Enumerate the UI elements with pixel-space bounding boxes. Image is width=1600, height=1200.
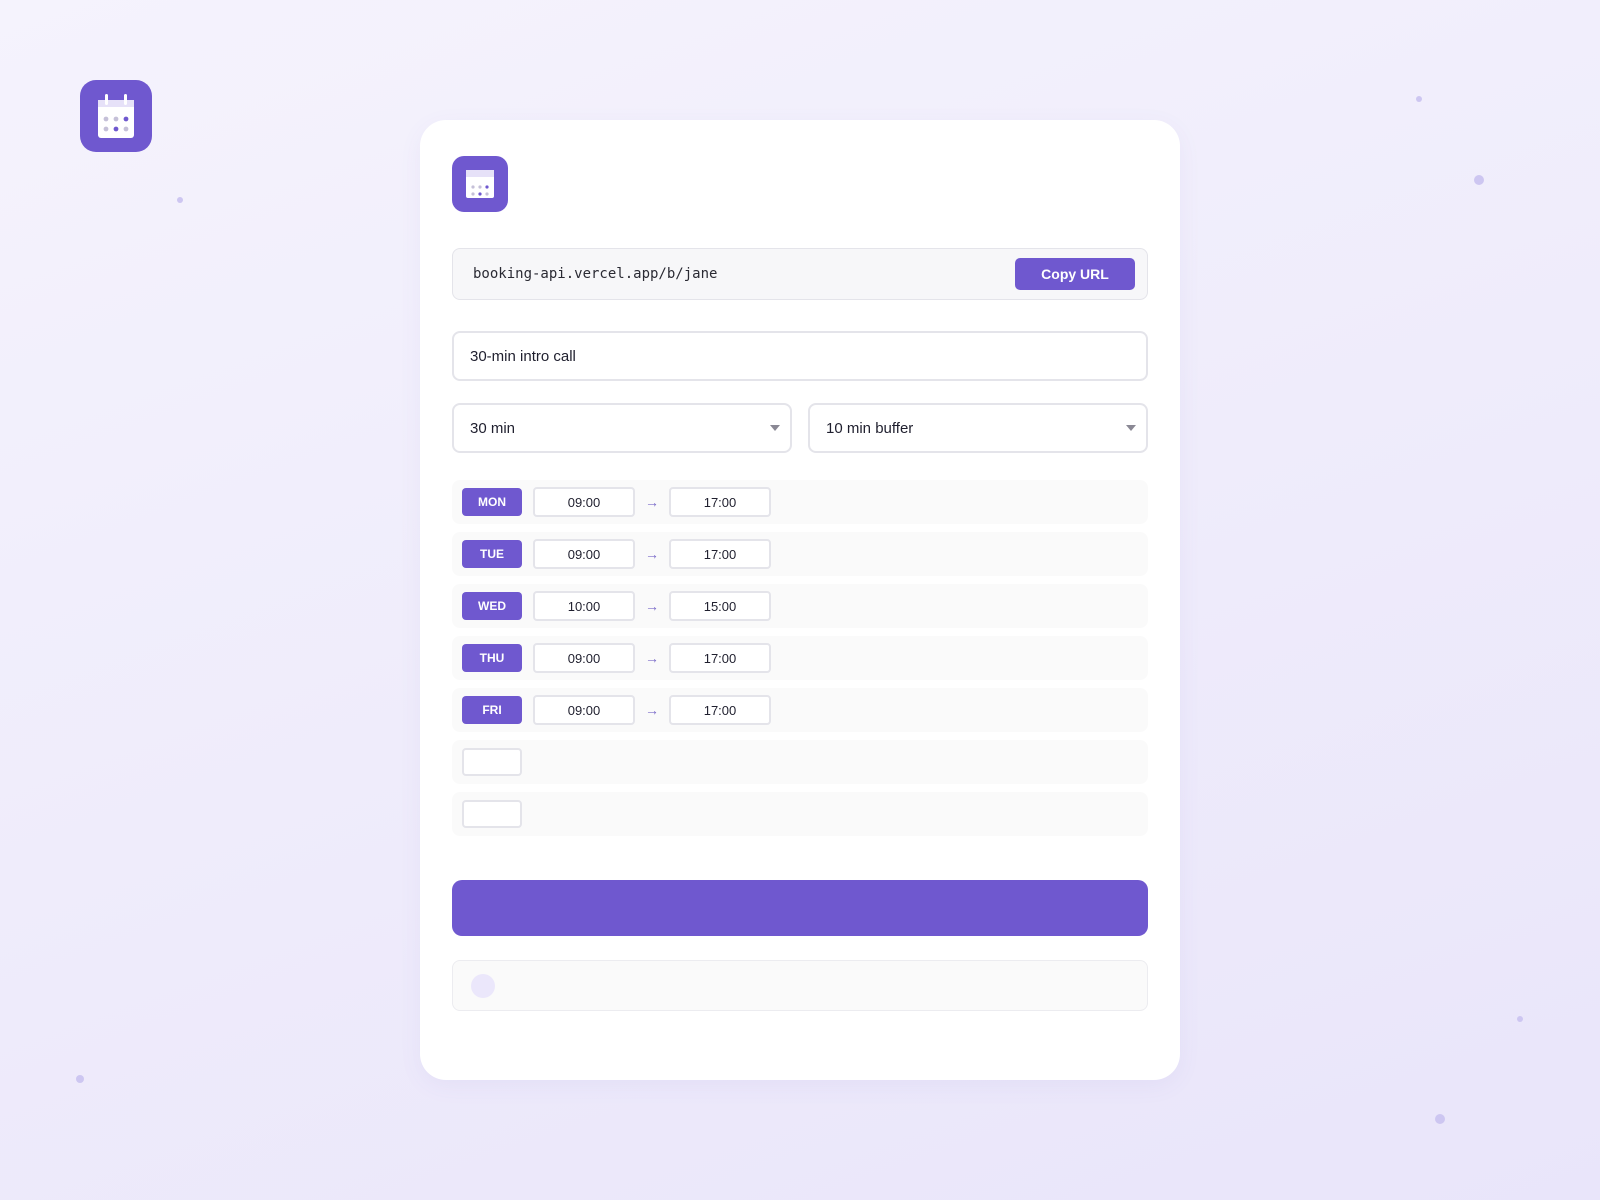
end-time-input[interactable]: 17:00 — [669, 695, 771, 725]
schedule-row-fri: FRI 09:00 → 17:00 — [452, 688, 1148, 732]
background-dot — [1474, 175, 1484, 185]
background-dot — [1435, 1114, 1445, 1124]
status-bar — [452, 960, 1148, 1011]
schedule-row-mon: MON 09:00 → 17:00 — [452, 480, 1148, 524]
calendar-icon — [466, 170, 494, 198]
day-toggle-thu[interactable]: THU — [462, 644, 522, 672]
day-toggle-empty[interactable] — [462, 748, 522, 776]
end-time-input[interactable]: 17:00 — [669, 487, 771, 517]
duration-select-value: 30 min — [470, 419, 516, 437]
save-button[interactable] — [452, 880, 1148, 936]
chevron-down-icon — [770, 425, 780, 431]
copy-url-button[interactable]: Copy URL — [1015, 258, 1135, 290]
start-time-input[interactable]: 09:00 — [533, 695, 635, 725]
start-time-input[interactable]: 09:00 — [533, 487, 635, 517]
event-title-input[interactable]: 30-min intro call — [452, 331, 1148, 381]
arrow-right-icon: → — [645, 494, 659, 510]
day-toggle-mon[interactable]: MON — [462, 488, 522, 516]
background-dot — [76, 1075, 84, 1083]
booking-url[interactable]: booking-api.vercel.app/b/jane — [473, 266, 717, 282]
arrow-right-icon: → — [645, 650, 659, 666]
end-time-input[interactable]: 17:00 — [669, 539, 771, 569]
schedule-row-thu: THU 09:00 → 17:00 — [452, 636, 1148, 680]
app-logo — [80, 80, 152, 152]
booking-settings-card: booking-api.vercel.app/b/jane Copy URL 3… — [420, 120, 1180, 1080]
status-indicator — [471, 974, 495, 998]
end-time-input[interactable]: 15:00 — [669, 591, 771, 621]
weekly-schedule: MON 09:00 → 17:00 TUE 09:00 → 17:00 WED … — [452, 480, 1148, 844]
day-toggle-fri[interactable]: FRI — [462, 696, 522, 724]
start-time-input[interactable]: 09:00 — [533, 643, 635, 673]
end-time-input[interactable]: 17:00 — [669, 643, 771, 673]
schedule-row-empty — [452, 792, 1148, 836]
day-toggle-tue[interactable]: TUE — [462, 540, 522, 568]
schedule-row-wed: WED 10:00 → 15:00 — [452, 584, 1148, 628]
booking-url-bar: booking-api.vercel.app/b/jane Copy URL — [452, 248, 1148, 300]
duration-select[interactable]: 30 min — [452, 403, 792, 453]
arrow-right-icon: → — [645, 702, 659, 718]
background-dot — [177, 197, 183, 203]
day-toggle-wed[interactable]: WED — [462, 592, 522, 620]
start-time-input[interactable]: 09:00 — [533, 539, 635, 569]
chevron-down-icon — [1126, 425, 1136, 431]
start-time-input[interactable]: 10:00 — [533, 591, 635, 621]
background-dot — [1416, 96, 1422, 102]
card-logo — [452, 156, 508, 212]
calendar-icon — [98, 94, 134, 138]
schedule-row-tue: TUE 09:00 → 17:00 — [452, 532, 1148, 576]
arrow-right-icon: → — [645, 598, 659, 614]
background-dot — [1517, 1016, 1523, 1022]
schedule-row-empty — [452, 740, 1148, 784]
buffer-select-value: 10 min buffer — [826, 419, 914, 437]
arrow-right-icon: → — [645, 546, 659, 562]
buffer-select[interactable]: 10 min buffer — [808, 403, 1148, 453]
day-toggle-empty[interactable] — [462, 800, 522, 828]
